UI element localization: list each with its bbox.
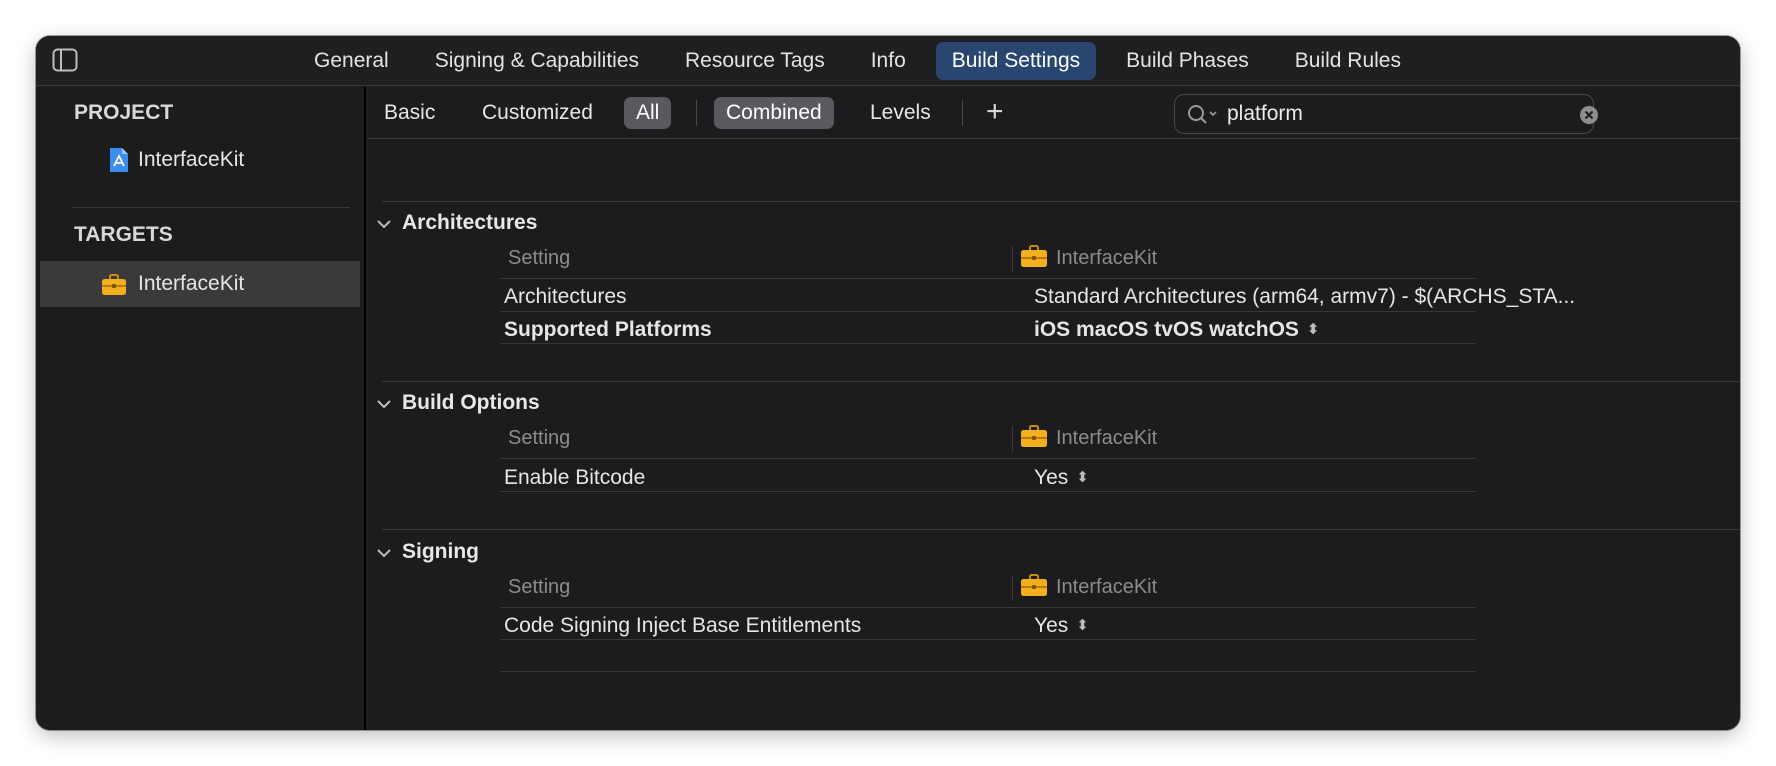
tab-info[interactable]: Info xyxy=(855,42,922,80)
tab-resource-tags[interactable]: Resource Tags xyxy=(669,42,841,80)
column-header-target: InterfaceKit xyxy=(1056,576,1158,598)
row-divider xyxy=(500,671,1476,672)
tab-build-rules[interactable]: Build Rules xyxy=(1279,42,1417,80)
section-title: Architectures xyxy=(402,211,538,234)
row-divider xyxy=(500,607,1476,608)
section-divider xyxy=(382,201,1740,202)
view-levels-button[interactable]: Levels xyxy=(858,97,943,129)
filter-separator xyxy=(696,100,697,126)
targets-header: TARGETS xyxy=(74,223,173,246)
tab-build-settings[interactable]: Build Settings xyxy=(935,42,1097,80)
filter-all-button[interactable]: All xyxy=(624,97,672,129)
sidebar-item-target-label: InterfaceKit xyxy=(138,272,245,295)
sidebar-item-project[interactable]: InterfaceKit xyxy=(40,137,360,183)
filter-customized-button[interactable]: Customized xyxy=(470,97,605,129)
setting-row-value[interactable]: iOS macOS tvOS watchOS ⬍ xyxy=(1034,318,1320,342)
row-divider xyxy=(500,278,1476,279)
column-header-setting: Setting xyxy=(508,427,571,449)
tab-signing-capabilities[interactable]: Signing & Capabilities xyxy=(419,42,655,80)
filter-separator xyxy=(962,100,963,126)
toolbox-icon xyxy=(1021,425,1047,447)
tab-build-phases[interactable]: Build Phases xyxy=(1110,42,1265,80)
setting-row-label[interactable]: Architectures xyxy=(504,285,627,309)
add-setting-button[interactable]: + xyxy=(986,95,1004,129)
setting-row-label[interactable]: Supported Platforms xyxy=(504,318,712,342)
view-combined-button[interactable]: Combined xyxy=(714,97,834,129)
build-settings-editor: Basic Customized All Combined Levels + p… xyxy=(368,87,1740,730)
row-divider xyxy=(500,491,1476,492)
tab-general[interactable]: General xyxy=(298,42,405,80)
chevron-down-icon[interactable] xyxy=(376,547,392,559)
toolbox-icon xyxy=(102,274,126,295)
sidebar-toggle-icon[interactable] xyxy=(52,48,78,72)
sidebar-divider xyxy=(72,207,350,208)
popup-stepper-icon[interactable]: ⬍ xyxy=(1076,468,1089,486)
tabs: General Signing & Capabilities Resource … xyxy=(298,42,1431,80)
search-icon xyxy=(1188,105,1217,124)
column-header-setting: Setting xyxy=(508,247,571,269)
column-header-setting: Setting xyxy=(508,576,571,598)
project-header: PROJECT xyxy=(74,101,174,124)
setting-row-value[interactable]: Yes ⬍ xyxy=(1034,614,1089,638)
sidebar-item-project-label: InterfaceKit xyxy=(138,148,245,171)
project-navigator-sidebar: PROJECT InterfaceKit TARGETS InterfaceKi… xyxy=(36,87,366,730)
section-title: Signing xyxy=(402,540,479,563)
row-divider xyxy=(500,343,1476,344)
chevron-down-icon[interactable] xyxy=(376,398,392,410)
xcode-project-file-icon xyxy=(110,148,128,172)
section-divider xyxy=(382,381,1740,382)
filter-basic-button[interactable]: Basic xyxy=(372,97,447,129)
popup-stepper-icon[interactable]: ⬍ xyxy=(1076,616,1089,634)
column-separator xyxy=(1012,246,1013,272)
setting-row-label[interactable]: Code Signing Inject Base Entitlements xyxy=(504,614,861,638)
column-header-target: InterfaceKit xyxy=(1056,427,1158,449)
toolbox-icon xyxy=(1021,574,1047,596)
setting-row-value[interactable]: Standard Architectures (arm64, armv7) - … xyxy=(1034,285,1575,309)
setting-row-value[interactable]: Yes ⬍ xyxy=(1034,466,1089,490)
chevron-down-icon[interactable] xyxy=(376,218,392,230)
setting-value-text: iOS macOS tvOS watchOS xyxy=(1034,318,1299,341)
build-settings-filter-bar: Basic Customized All Combined Levels + xyxy=(368,87,1740,139)
column-separator xyxy=(1012,575,1013,601)
column-header-target: InterfaceKit xyxy=(1056,247,1158,269)
column-separator xyxy=(1012,426,1013,452)
setting-value-text: Yes xyxy=(1034,466,1069,489)
row-divider xyxy=(500,311,1476,312)
row-divider xyxy=(500,639,1476,640)
search-input[interactable] xyxy=(1227,99,1557,129)
build-settings-list: Architectures Setting InterfaceKit Archi… xyxy=(368,140,1740,730)
row-divider xyxy=(500,458,1476,459)
toolbox-icon xyxy=(1021,245,1047,267)
editor-tab-bar: General Signing & Capabilities Resource … xyxy=(36,36,1740,86)
search-field[interactable] xyxy=(1174,94,1598,134)
popup-stepper-icon[interactable]: ⬍ xyxy=(1307,320,1320,338)
sidebar-item-target[interactable]: InterfaceKit xyxy=(40,261,360,307)
clear-search-icon[interactable] xyxy=(1579,105,1599,125)
section-divider xyxy=(382,529,1740,530)
setting-value-text: Yes xyxy=(1034,614,1069,637)
xcode-window: General Signing & Capabilities Resource … xyxy=(36,36,1740,730)
section-title: Build Options xyxy=(402,391,540,414)
setting-row-label[interactable]: Enable Bitcode xyxy=(504,466,645,490)
